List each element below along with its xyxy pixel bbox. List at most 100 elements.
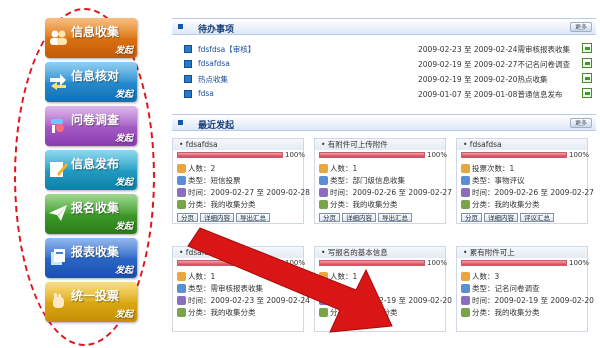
sidebar-tile-7[interactable]: 统一投票 发起 bbox=[45, 282, 137, 322]
todo-item-desc: 2009-02-19 至 2009-02-27不记名问卷调查 bbox=[418, 60, 570, 69]
tile-label: 报名收集 bbox=[71, 201, 120, 215]
people-icon bbox=[48, 27, 68, 47]
card-info-text: 时间：2009-02-23 至 2009-02-24 bbox=[188, 296, 310, 305]
progress-percent: 100% bbox=[285, 151, 306, 159]
todo-item-link[interactable]: 热点收集 bbox=[198, 74, 228, 85]
recent-more-button[interactable]: 更多 bbox=[570, 118, 592, 128]
recent-card: • 写报名的基本信息 100% 人数：1 类型： 时间：2009-02-19 至 200… bbox=[314, 246, 452, 332]
sidebar-tile-2[interactable]: 信息核对发起 bbox=[45, 62, 137, 102]
hand-icon bbox=[48, 291, 68, 311]
sidebar-tile-3[interactable]: 问卷调查 发起 bbox=[45, 106, 137, 146]
sidebar-tile-4[interactable]: 信息发布 发起 bbox=[45, 150, 137, 190]
progress-bar bbox=[461, 152, 567, 158]
calendar-icon bbox=[177, 188, 186, 197]
card-action-button[interactable]: 导出汇总 bbox=[378, 213, 412, 222]
todo-row[interactable]: fdsfdsa【审核】 2009-02-23 至 2009-02-24需审核报表收… bbox=[184, 42, 592, 56]
card-info-text: 类型：记名问卷调查 bbox=[472, 284, 540, 293]
paper-plane-icon bbox=[48, 203, 68, 223]
card-title[interactable]: • 有附件可上传附件 bbox=[315, 139, 445, 150]
tile-label: 信息发布 bbox=[71, 157, 120, 171]
card-info-text: 时间：2009-02-27 至 2009-02-28 bbox=[188, 188, 310, 197]
person-icon bbox=[461, 164, 470, 173]
card-info-text: 投票次数：1 bbox=[472, 164, 515, 173]
card-action-button[interactable]: 分页 bbox=[177, 213, 198, 222]
todo-row[interactable]: fdsafdsa 2009-02-19 至 2009-02-27不记名问卷调查 bbox=[184, 57, 592, 71]
todo-header: 待办事项 更多 bbox=[172, 18, 596, 35]
card-action-button[interactable]: 分页 bbox=[319, 213, 340, 222]
document-icon bbox=[184, 60, 192, 68]
type-icon bbox=[461, 176, 470, 185]
type-icon bbox=[319, 284, 328, 293]
person-icon bbox=[461, 272, 470, 281]
todo-more-button[interactable]: 更多 bbox=[570, 22, 592, 32]
card-info-text: 时间：2009-02-19 至 2009-02-20 bbox=[330, 296, 452, 305]
card-info-text: 类型： bbox=[330, 284, 353, 293]
sidebar-tile-6[interactable]: 报表收集 发起 bbox=[45, 238, 137, 278]
progress-fill bbox=[462, 261, 566, 265]
tile-label: 统一投票 bbox=[71, 289, 120, 303]
card-info-text: 人数：1 bbox=[330, 272, 358, 281]
card-title[interactable]: • 写报名的基本信息 bbox=[315, 247, 445, 258]
card-action-button[interactable]: 分页 bbox=[461, 213, 482, 222]
tile-label: 报表收集 bbox=[71, 245, 120, 259]
progress-bar bbox=[177, 152, 283, 158]
spreadsheet-icon[interactable] bbox=[582, 58, 592, 68]
todo-item-link[interactable]: fdsafdsa bbox=[198, 59, 230, 68]
todo-row[interactable]: 热点收集 2009-02-19 至 2009-02-20热点收集 bbox=[184, 72, 592, 86]
tile-launch-label: 发起 bbox=[114, 90, 133, 100]
card-info-line: 类型： bbox=[319, 283, 353, 294]
document-icon bbox=[184, 45, 192, 53]
card-action-button[interactable]: 详细内容 bbox=[200, 213, 234, 222]
card-info-line: 时间：2009-02-19 至 2009-02-20 bbox=[461, 295, 594, 306]
recent-header: 最近发起 更多 bbox=[172, 114, 596, 131]
tile-label: 信息核对 bbox=[71, 69, 120, 83]
progress-bar bbox=[319, 152, 425, 158]
todo-item-desc: 2009-01-07 至 2009-01-08普通信息发布 bbox=[418, 90, 563, 99]
progress-percent: 100% bbox=[427, 259, 448, 267]
card-title[interactable]: • fdsafdsa bbox=[457, 139, 587, 150]
card-info-text: 人数：1 bbox=[330, 164, 358, 173]
category-icon bbox=[177, 308, 186, 317]
todo-row[interactable]: fdsa 2009-01-07 至 2009-01-08普通信息发布 bbox=[184, 87, 592, 101]
progress-fill bbox=[320, 153, 424, 157]
person-icon bbox=[177, 272, 186, 281]
card-info-line: 分类：我的收集分类 bbox=[461, 307, 540, 318]
card-info-line: 投票次数：1 bbox=[461, 163, 514, 174]
card-info-line: 时间：2009-02-27 至 2009-02-28 bbox=[177, 187, 310, 198]
progress-bar bbox=[319, 260, 425, 266]
card-info-text: 分类：我的收集分类 bbox=[472, 308, 540, 317]
progress-percent: 100% bbox=[569, 151, 590, 159]
recent-card: • fdsafdsa 100% 投票次数：1 类型：事物评议时间：2009-02-26… bbox=[456, 138, 594, 224]
card-action-button[interactable]: 评议汇总 bbox=[520, 213, 554, 222]
todo-item-link[interactable]: fdsfdsa【审核】 bbox=[198, 44, 255, 55]
card-title[interactable]: • fdsafdsa bbox=[173, 247, 303, 258]
spreadsheet-icon[interactable] bbox=[582, 43, 592, 53]
calendar-icon bbox=[319, 188, 328, 197]
card-info-text: 类型：需审核报表收集 bbox=[188, 284, 263, 293]
calendar-icon bbox=[461, 296, 470, 305]
todo-item-link[interactable]: fdsa bbox=[198, 89, 214, 98]
spreadsheet-icon[interactable] bbox=[582, 73, 592, 83]
spreadsheet-icon[interactable] bbox=[582, 88, 592, 98]
progress-fill bbox=[178, 261, 282, 265]
card-title[interactable]: • 累有附件可上 bbox=[457, 247, 587, 258]
card-action-button[interactable]: 导出汇总 bbox=[236, 213, 270, 222]
card-action-button[interactable]: 详细内容 bbox=[342, 213, 376, 222]
category-icon bbox=[461, 308, 470, 317]
recent-card: • fdsafdsa 100% 人数：1 类型：需审核报表收集 时间：2009-02-2… bbox=[172, 246, 310, 332]
card-info-text: 时间：2009-02-26 至 2009-02-27 bbox=[472, 188, 594, 197]
card-action-button[interactable]: 详细内容 bbox=[484, 213, 518, 222]
card-title[interactable]: • fdsafdsa bbox=[173, 139, 303, 150]
card-info-line: 时间：2009-02-23 至 2009-02-24 bbox=[177, 295, 310, 306]
sidebar-tile-5[interactable]: 报名收集 发起 bbox=[45, 194, 137, 234]
card-info-text: 类型：事物评议 bbox=[472, 176, 525, 185]
progress-fill bbox=[178, 153, 282, 157]
main-panel: 待办事项 更多 fdsfdsa【审核】 2009-02-23 至 2009-02-… bbox=[172, 0, 596, 348]
card-info-text: 分类：我的收集分类 bbox=[188, 308, 256, 317]
calendar-icon bbox=[319, 296, 328, 305]
card-info-text: 分类：我的收集分类 bbox=[472, 200, 540, 209]
progress-bar bbox=[177, 260, 283, 266]
card-info-line: 时间：2009-02-19 至 2009-02-20 bbox=[319, 295, 452, 306]
sidebar-tile-1[interactable]: 信息收集 发起 bbox=[45, 18, 137, 58]
category-icon bbox=[461, 200, 470, 209]
